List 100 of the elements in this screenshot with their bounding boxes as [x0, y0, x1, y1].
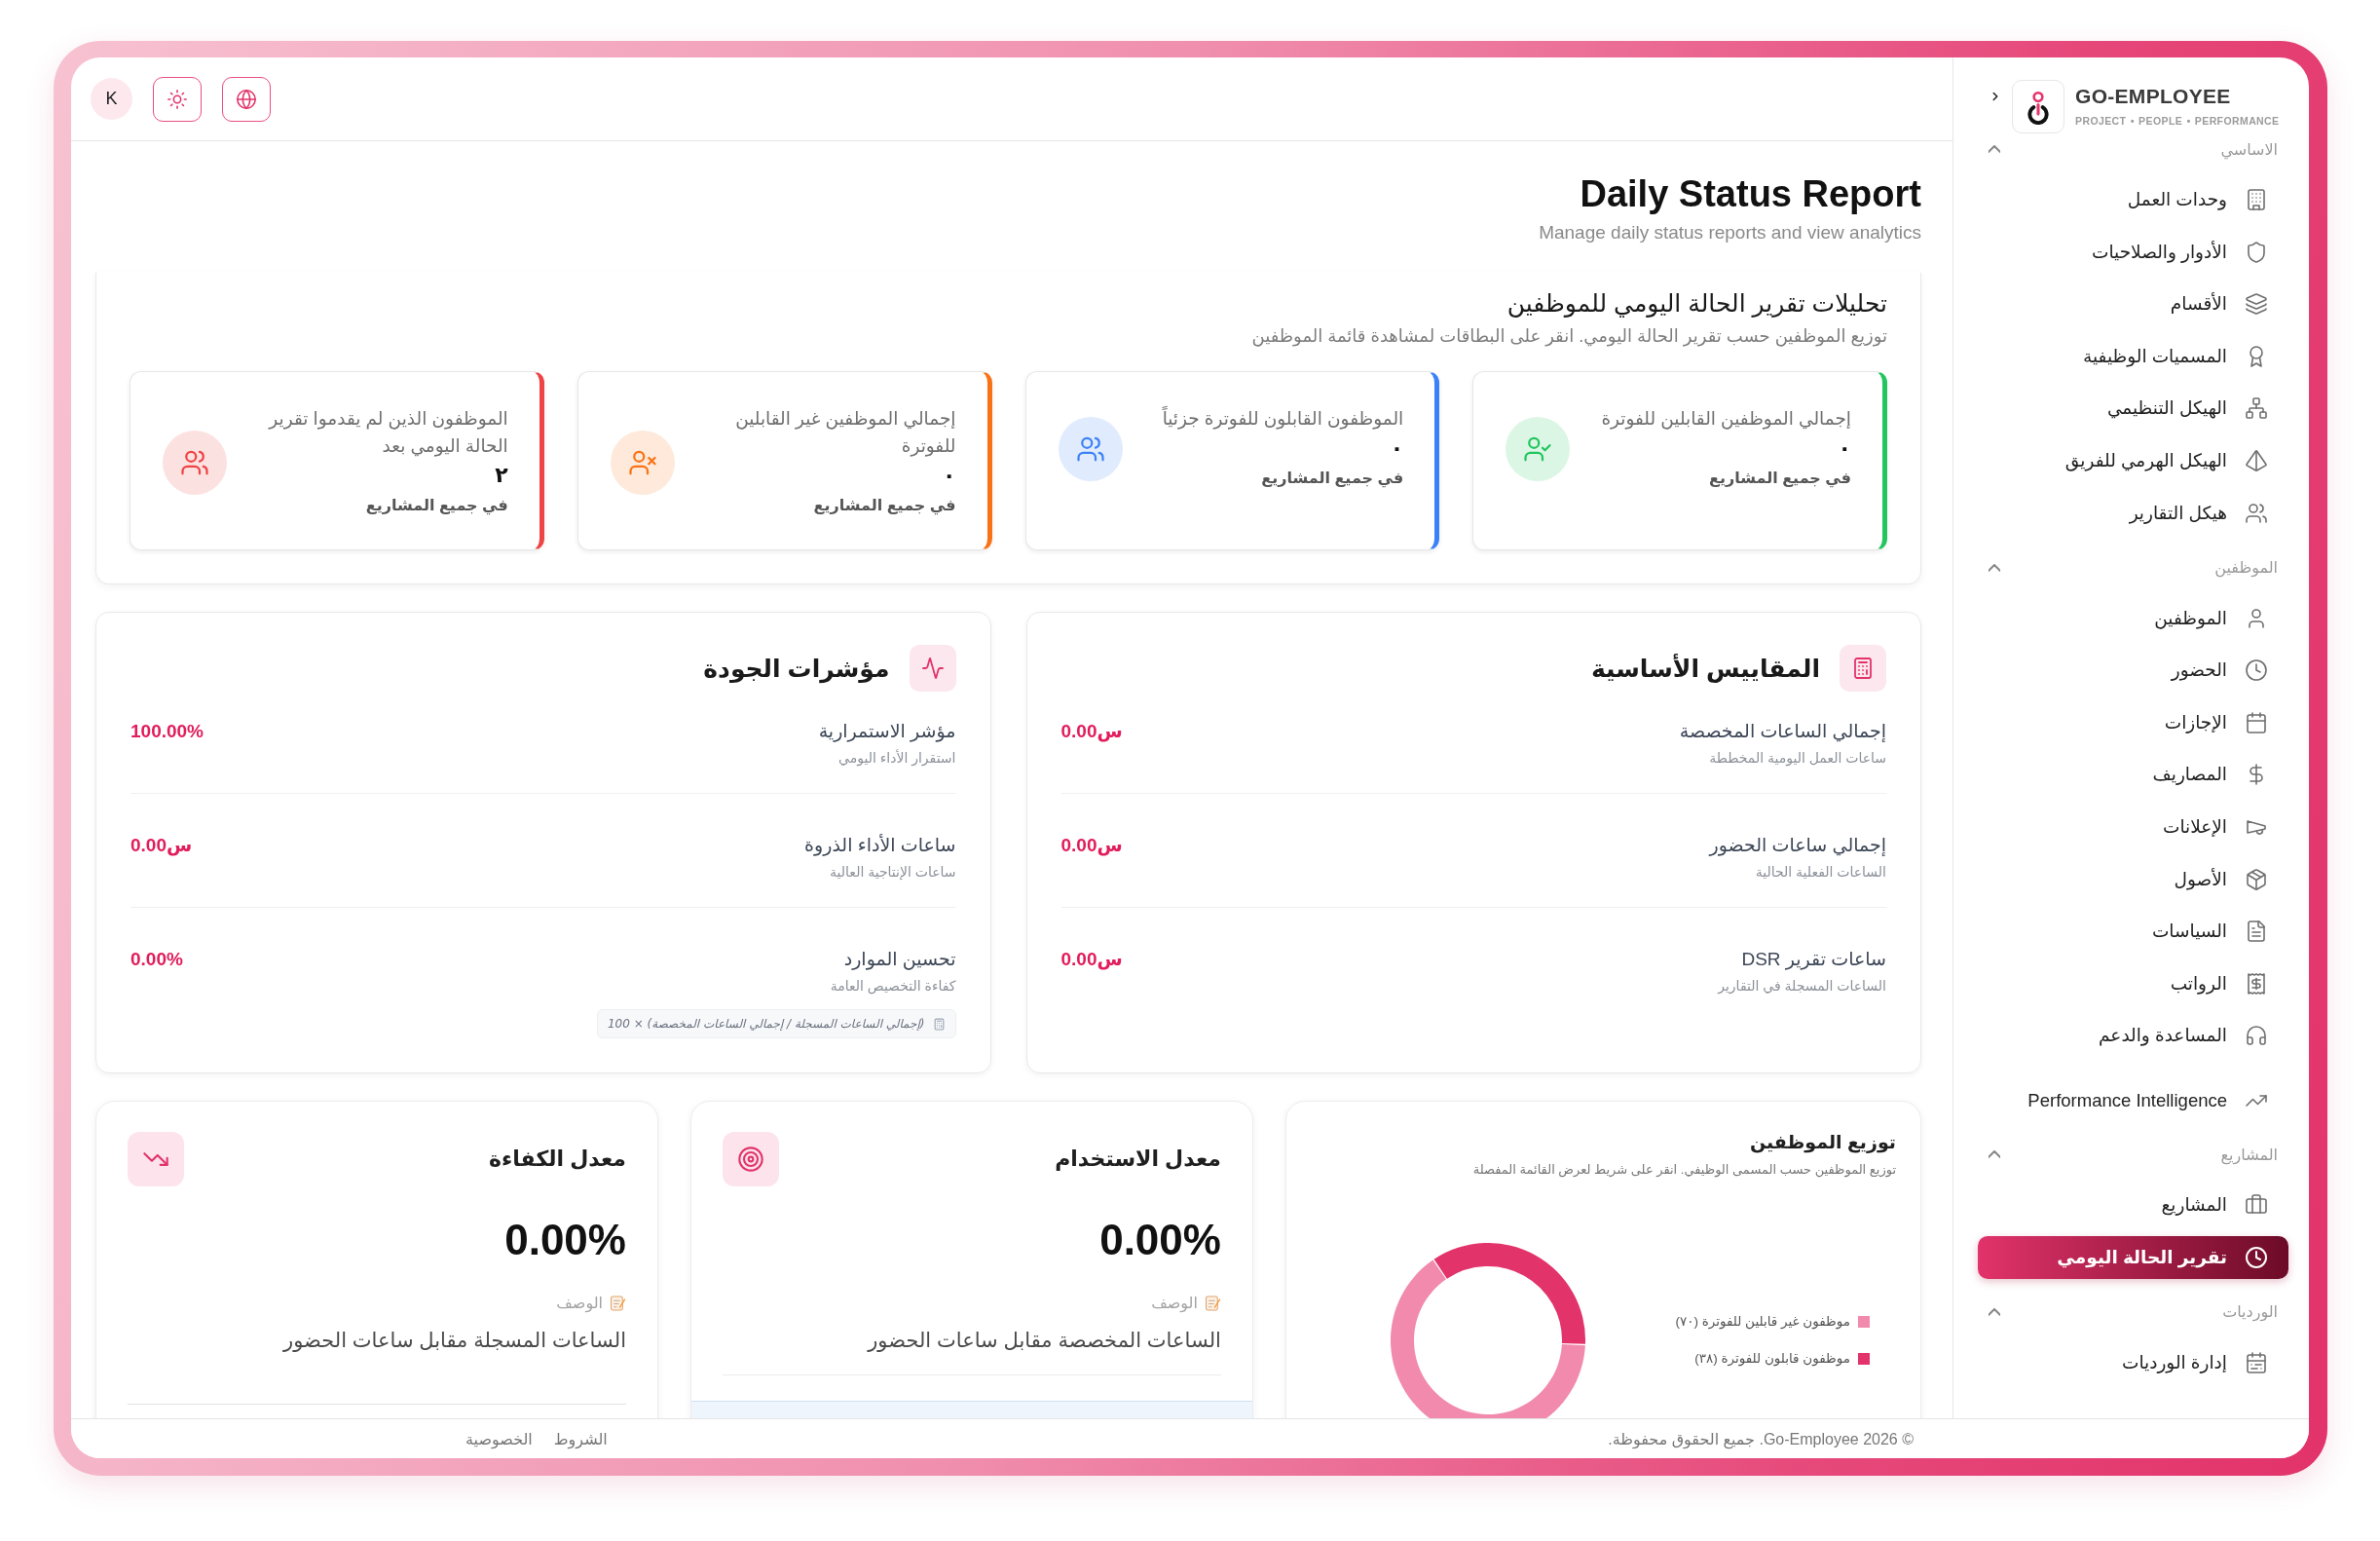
footer-link[interactable]: الشروط	[553, 1429, 608, 1448]
nav-item[interactable]: الأقسام	[1978, 282, 2288, 326]
legend-label: موظفون غير قابلين للفوترة (٧٠)	[1675, 1313, 1850, 1332]
building-icon	[2245, 188, 2268, 211]
clock-icon	[2245, 1245, 2268, 1269]
section-title: تحليلات تقرير الحالة اليومي للموظفين	[1506, 288, 1887, 319]
calculator-icon	[1840, 645, 1886, 692]
metric-label: ساعات الأداء الذروة	[804, 833, 956, 858]
metric-label: إجمالي الساعات المخصصة	[1679, 720, 1886, 744]
metric-value: 0.00س	[1060, 720, 1123, 744]
stat-card[interactable]: الموظفون الذين لم يقدموا تقرير الحالة اليومي بعد ٢ في جميع المشاريع	[130, 371, 544, 550]
nav-item[interactable]: Performance Intelligence	[1978, 1079, 2288, 1123]
receipt-icon	[2245, 971, 2268, 996]
stat-value: ٠	[1837, 434, 1851, 462]
clock-icon	[2245, 658, 2268, 683]
stat-label: الموظفون الذين لم يقدموا تقرير الحالة اليومي بعد	[267, 407, 508, 459]
stat-card[interactable]: إجمالي الموظفين غير القابلين للفوترة ٠ في جميع المشاريع	[576, 371, 992, 550]
nav-item[interactable]: الإعلانات	[1978, 805, 2288, 848]
metric-description: ساعات العمل اليومية المخططة	[1708, 749, 1886, 768]
card-title: معدل الاستخدام	[1055, 1146, 1221, 1172]
memo-icon	[610, 1296, 626, 1311]
metric-label: مؤشر الاستمرارية	[818, 720, 956, 744]
metric-description: الساعات الفعلية الحالية	[1754, 863, 1886, 882]
chart-subtitle: توزيع الموظفين حسب المسمى الوظيفي. انقر على شريط لعرض القائمة المفصلة	[1471, 1161, 1896, 1180]
nav-item[interactable]: الأصول	[1978, 857, 2288, 901]
nav-item[interactable]: تقرير الحالة اليومي	[1978, 1235, 2288, 1279]
metric-description: ساعات الإنتاجية العالية	[829, 863, 956, 882]
section-subtitle: توزيع الموظفين حسب تقرير الحالة اليومي. انقر على البطاقات لمشاهدة قائمة الموظفين	[1250, 325, 1887, 349]
metric-description: كفاءة التخصيص العامة	[829, 977, 956, 996]
stat-scope: في جميع المشاريع	[1708, 469, 1851, 490]
layers-icon	[2245, 292, 2268, 317]
brand-name: GO-EMPLOYEE	[2075, 84, 2232, 109]
nav-item[interactable]: الهيكل الهرمي للفريق	[1978, 438, 2288, 482]
formula-text: (إجمالي الساعات المسجلة / إجمالي الساعات المخصصة) × 100	[607, 1016, 925, 1033]
box-icon	[2245, 867, 2268, 891]
theme-button[interactable]	[153, 76, 202, 122]
copyright-text: © 2026 Go-Employee. جميع الحقوق محفوظة.	[1608, 1429, 1914, 1448]
card-description: الساعات المسجلة مقابل ساعات الحضور	[281, 1328, 626, 1354]
stat-label: الموظفون القابلون للفوترة جزئياً	[1162, 405, 1404, 432]
brand-tagline: PROJECT • PEOPLE • PERFORMANCE	[2075, 114, 2280, 128]
page-subtitle: Manage daily status reports and view analytics	[1538, 221, 1921, 244]
memo-icon	[1205, 1296, 1221, 1311]
document-icon	[2245, 920, 2268, 944]
stat-scope: في جميع المشاريع	[812, 496, 956, 517]
metric-label: تحسين الموارد	[842, 948, 956, 972]
calendar-icon	[2245, 1350, 2268, 1374]
stat-scope: في جميع المشاريع	[1260, 469, 1404, 490]
language-button[interactable]	[222, 76, 271, 122]
pyramid-icon	[2245, 448, 2268, 472]
card-title: معدل الكفاءة	[489, 1146, 626, 1172]
metric-value: 0.00س	[1060, 834, 1123, 858]
description-label: الوصف	[1151, 1294, 1198, 1315]
stat-card[interactable]: إجمالي الموظفين القابلين للفوترة ٠ في جميع المشاريع	[1472, 371, 1887, 550]
headphones-icon	[2245, 1024, 2268, 1048]
nav-item[interactable]: الهيكل التنظيمي	[1978, 387, 2288, 431]
nav-item[interactable]: المساعدة والدعم	[1978, 1014, 2288, 1058]
trend-down-icon	[128, 1132, 184, 1186]
stat-card[interactable]: الموظفون القابلون للفوترة جزئياً ٠ في جميع المشاريع	[1024, 371, 1440, 550]
metric-value: 0.00%	[130, 948, 183, 971]
panel-title: مؤشرات الجودة	[703, 654, 890, 683]
calendar-icon	[2245, 710, 2268, 734]
stat-value: ٠	[942, 462, 956, 489]
stat-scope: في جميع المشاريع	[364, 496, 508, 517]
metric-value: 100.00%	[130, 720, 204, 743]
nav-item[interactable]: الإجازات	[1978, 700, 2288, 744]
panel-title: المقاييس الأساسية	[1590, 654, 1820, 683]
nav-item[interactable]: الموظفين	[1978, 596, 2288, 640]
stat-label: إجمالي الموظفين غير القابلين للفوترة	[734, 407, 956, 459]
hierarchy-icon	[2245, 396, 2268, 421]
user-avatar[interactable]: K	[91, 78, 132, 120]
nav-item[interactable]: الرواتب	[1978, 961, 2288, 1005]
nav-item[interactable]: الأدوار والصلاحيات	[1978, 230, 2288, 274]
metric-description: الساعات المسجلة في التقارير	[1718, 977, 1886, 996]
metric-label: ساعات تقرير DSR	[1740, 948, 1886, 972]
nav-item[interactable]: الحضور	[1978, 649, 2288, 693]
logo-icon	[2012, 80, 2064, 133]
nav-item[interactable]: وحدات العمل	[1978, 178, 2288, 221]
metric-value: 0.00س	[130, 834, 193, 858]
card-description: الساعات المخصصة مقابل ساعات الحضور	[866, 1328, 1221, 1354]
description-label: الوصف	[556, 1294, 603, 1315]
metric-value: 0.00س	[1060, 948, 1123, 972]
globe-icon	[236, 88, 257, 110]
nav-item[interactable]: المصاريف	[1978, 753, 2288, 797]
rate-value: 0.00%	[503, 1215, 626, 1265]
nav-item[interactable]: المسميات الوظيفية	[1978, 334, 2288, 378]
stat-value: ٠	[1389, 434, 1404, 462]
nav-item[interactable]: المشاريع	[1978, 1184, 2288, 1227]
nav-item[interactable]: هيكل التقارير	[1978, 491, 2288, 535]
nav-item[interactable]: إدارة الورديات	[1978, 1340, 2288, 1384]
page-title: Daily Status Report	[1579, 172, 1921, 216]
nav-item[interactable]: السياسات	[1978, 910, 2288, 954]
legend-label: موظفون قابلون للفوترة (٣٨)	[1694, 1350, 1850, 1369]
users-icon	[2245, 501, 2268, 525]
target-icon	[722, 1132, 779, 1186]
shield-icon	[2245, 240, 2268, 264]
pulse-icon	[909, 645, 956, 692]
metric-description: استقرار الأداء اليومي	[837, 748, 956, 768]
rate-value: 0.00%	[1098, 1215, 1221, 1265]
sun-icon	[167, 88, 188, 110]
footer-link[interactable]: الخصوصية	[465, 1429, 533, 1448]
